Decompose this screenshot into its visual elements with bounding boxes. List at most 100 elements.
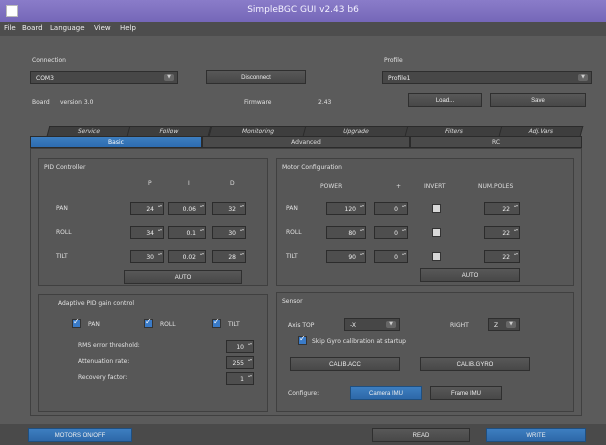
pid-auto-button[interactable]: AUTO (124, 270, 242, 284)
recovery-factor-label: Recovery factor: (78, 374, 128, 381)
motors-on-off-button[interactable]: MOTORS ON/OFF (28, 428, 132, 442)
load-profile-button[interactable]: Load... (408, 93, 482, 107)
menu-help[interactable]: Help (120, 24, 136, 32)
pid-axis-roll: ROLL (56, 229, 72, 236)
tab-basic[interactable]: Basic (30, 136, 202, 148)
profile-select[interactable]: Profile1 ▼ (382, 71, 592, 84)
calib-gyro-button[interactable]: CALIB.GYRO (420, 357, 530, 371)
motor-tilt-poles[interactable]: 22 (484, 250, 520, 263)
chevron-down-icon: ▼ (164, 74, 174, 81)
motor-axis-roll: ROLL (286, 229, 302, 236)
motor-header-power: POWER (320, 183, 343, 190)
tab-upgrade[interactable]: Upgrade (302, 126, 410, 136)
pid-roll-d[interactable]: 30 (212, 226, 246, 239)
right-value: Z (494, 322, 499, 329)
right-select[interactable]: Z ▼ (488, 318, 520, 331)
pid-pan-d[interactable]: 32 (212, 202, 246, 215)
chevron-down-icon: ▼ (578, 74, 588, 81)
motor-title: Motor Configuration (282, 164, 342, 171)
pid-pan-p[interactable]: 24 (130, 202, 164, 215)
motor-tilt-invert-checkbox[interactable] (432, 252, 441, 261)
tab-filters[interactable]: Filters (404, 126, 504, 136)
motor-pan-poles[interactable]: 22 (484, 202, 520, 215)
write-button[interactable]: WRITE (486, 428, 586, 442)
chevron-down-icon: ▼ (506, 321, 516, 328)
disconnect-button[interactable]: Disconnect (206, 70, 306, 84)
adaptive-roll-checkbox[interactable] (144, 317, 153, 328)
motor-pan-invert-checkbox[interactable] (432, 204, 441, 213)
adaptive-pid-panel (38, 294, 268, 412)
port-select[interactable]: COM3 ▼ (30, 71, 178, 84)
adaptive-tilt-label: TILT (228, 321, 240, 328)
read-button[interactable]: READ (372, 428, 470, 442)
motor-pan-plus[interactable]: 0 (374, 202, 408, 215)
menu-view[interactable]: View (94, 24, 111, 32)
profile-value: Profile1 (388, 75, 411, 82)
sensor-title: Sensor (282, 298, 303, 305)
menu-file[interactable]: File (4, 24, 16, 32)
sensor-panel (276, 292, 574, 412)
firmware-label: Firmware (244, 99, 272, 106)
tab-follow[interactable]: Follow (126, 126, 212, 136)
pid-header-i: I (188, 180, 190, 187)
board-version: version 3.0 (60, 99, 94, 106)
pid-controller-panel (38, 158, 268, 286)
adaptive-title: Adaptive PID gain control (58, 300, 135, 307)
pid-tilt-i[interactable]: 0.02 (168, 250, 206, 263)
pid-roll-p[interactable]: 34 (130, 226, 164, 239)
port-value: COM3 (36, 75, 54, 82)
pid-tilt-d[interactable]: 28 (212, 250, 246, 263)
adaptive-tilt-checkbox[interactable] (212, 317, 221, 328)
axis-top-label: Axis TOP (288, 322, 315, 329)
pid-header-p: P (148, 180, 152, 187)
pid-roll-i[interactable]: 0.1 (168, 226, 206, 239)
board-label: Board (32, 99, 50, 106)
right-label: RIGHT (450, 322, 469, 329)
motor-header-invert: INVERT (424, 183, 446, 190)
recovery-factor-input[interactable]: 1 (226, 372, 254, 385)
save-profile-button[interactable]: Save (490, 93, 586, 107)
motor-pan-power[interactable]: 120 (326, 202, 366, 215)
rms-threshold-label: RMS error threshold: (78, 342, 140, 349)
rms-threshold-input[interactable]: 10 (226, 340, 254, 353)
firmware-value: 2.43 (318, 99, 332, 106)
motor-roll-plus[interactable]: 0 (374, 226, 408, 239)
motor-roll-poles[interactable]: 22 (484, 226, 520, 239)
motor-header-plus: + (396, 183, 402, 190)
profile-label: Profile (384, 57, 403, 64)
tab-advanced[interactable]: Advanced (202, 136, 410, 148)
motor-tilt-plus[interactable]: 0 (374, 250, 408, 263)
attenuation-rate-label: Attenuation rate: (78, 358, 130, 365)
menu-bar: File Board Language View Help (0, 22, 606, 36)
configure-label: Configure: (288, 390, 320, 397)
axis-top-select[interactable]: -X ▼ (344, 318, 400, 331)
menu-board[interactable]: Board (22, 24, 43, 32)
pid-title: PID Controller (44, 164, 86, 171)
calib-acc-button[interactable]: CALIB.ACC (290, 357, 400, 371)
motor-config-panel (276, 158, 574, 286)
adaptive-pan-label: PAN (88, 321, 100, 328)
camera-imu-button[interactable]: Camera IMU (350, 386, 422, 400)
app-window: SimpleBGC GUI v2.43 b6 File Board Langua… (0, 0, 606, 445)
pid-tilt-p[interactable]: 30 (130, 250, 164, 263)
adaptive-roll-label: ROLL (160, 321, 176, 328)
pid-axis-tilt: TILT (56, 253, 68, 260)
menu-language[interactable]: Language (50, 24, 85, 32)
pid-header-d: D (230, 180, 235, 187)
attenuation-rate-input[interactable]: 255 (226, 356, 254, 369)
tab-rc[interactable]: RC (410, 136, 582, 148)
skip-gyro-label: Skip Gyro calibration at startup (312, 338, 406, 345)
pid-pan-i[interactable]: 0.06 (168, 202, 206, 215)
connection-label: Connection (32, 57, 66, 64)
tab-monitoring[interactable]: Monitoring (208, 126, 308, 136)
motor-roll-invert-checkbox[interactable] (432, 228, 441, 237)
tab-adj-vars[interactable]: Adj.Vars (498, 126, 584, 136)
motor-roll-power[interactable]: 80 (326, 226, 366, 239)
motor-tilt-power[interactable]: 90 (326, 250, 366, 263)
frame-imu-button[interactable]: Frame IMU (430, 386, 502, 400)
adaptive-pan-checkbox[interactable] (72, 317, 81, 328)
motor-auto-button[interactable]: AUTO (420, 268, 520, 282)
skip-gyro-checkbox[interactable] (298, 334, 307, 345)
tab-service[interactable]: Service (46, 126, 132, 136)
motor-axis-pan: PAN (286, 205, 298, 212)
